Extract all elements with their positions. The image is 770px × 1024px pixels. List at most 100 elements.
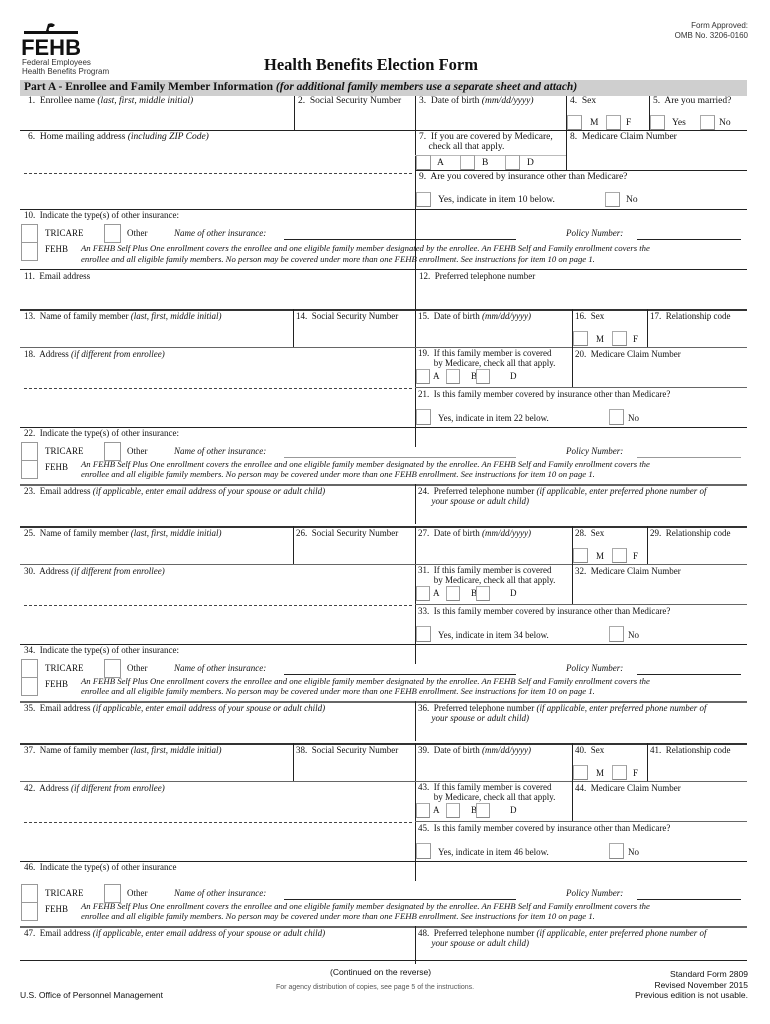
other-ins-yes-checkbox[interactable]	[416, 192, 431, 207]
other-ins-no-checkbox[interactable]	[605, 192, 620, 207]
member-claim-input[interactable]	[576, 363, 749, 383]
member-fehb-checkbox[interactable]	[21, 902, 38, 921]
member-medicare-d-checkbox[interactable]	[476, 803, 490, 818]
member-tricare-checkbox[interactable]	[21, 659, 38, 678]
field-1-label: 1. Enrollee name (last, first, middle in…	[28, 96, 194, 106]
member-other-yes-checkbox[interactable]	[416, 409, 431, 425]
medicare-d-checkbox[interactable]	[505, 155, 520, 170]
enrollee-dob-input[interactable]	[419, 108, 568, 128]
member-address-line-2[interactable]	[26, 827, 415, 847]
member-sex-m-checkbox[interactable]	[573, 548, 588, 563]
member-dob-input[interactable]	[419, 542, 568, 562]
member-policy-number-input[interactable]	[637, 443, 745, 458]
member-email-input[interactable]	[26, 500, 415, 520]
enrollee-ssn-input[interactable]	[298, 108, 417, 128]
member-phone-input[interactable]	[419, 950, 748, 966]
policy-number-input-10[interactable]	[637, 225, 745, 240]
policy-number-label: Policy Number:	[566, 446, 624, 456]
enrollee-email-input[interactable]	[26, 286, 415, 306]
member-relationship-input[interactable]	[650, 759, 749, 779]
member-other-no-checkbox[interactable]	[609, 409, 624, 425]
married-no-checkbox[interactable]	[700, 115, 715, 130]
member-address-line-2[interactable]	[26, 393, 415, 413]
member-name-input[interactable]	[26, 759, 295, 779]
member-address-line-1[interactable]	[26, 580, 415, 600]
member-medicare-d-checkbox[interactable]	[476, 369, 490, 384]
fehb-checkbox-10[interactable]	[21, 242, 38, 261]
member-sex-f-label: F	[633, 334, 639, 344]
member-address-line-2[interactable]	[26, 610, 415, 630]
member-other-no-checkbox[interactable]	[609, 626, 624, 642]
member-other-ins-name-input[interactable]	[284, 660, 520, 675]
member-other-no-checkbox[interactable]	[609, 843, 624, 859]
member-ssn-input[interactable]	[296, 325, 417, 345]
member-ssn-input[interactable]	[296, 542, 417, 562]
member-sex-f-checkbox[interactable]	[612, 765, 627, 780]
member-medicare-b-checkbox[interactable]	[446, 803, 460, 818]
enrollee-sex-f-checkbox[interactable]	[606, 115, 621, 130]
home-address-line-2[interactable]	[26, 180, 415, 200]
fehb-note-line-1: An FEHB Self Plus One enrollment covers …	[81, 243, 650, 253]
member-other-ins-name-input[interactable]	[284, 443, 520, 458]
married-yes-checkbox[interactable]	[650, 115, 665, 130]
medicare-claim-input[interactable]	[570, 146, 749, 166]
member-sex-m-checkbox[interactable]	[573, 331, 588, 346]
member-ssn-input[interactable]	[296, 759, 417, 779]
tricare-label: TRICARE	[45, 228, 84, 238]
member-policy-number-input[interactable]	[637, 660, 745, 675]
member-medicare-a-checkbox[interactable]	[416, 369, 430, 384]
enrollee-phone-input[interactable]	[419, 286, 748, 306]
other-checkbox-10[interactable]	[104, 224, 121, 243]
member-medicare-a-checkbox[interactable]	[416, 803, 430, 818]
member-dob-input[interactable]	[419, 759, 568, 779]
home-address-line-1[interactable]	[26, 145, 415, 165]
member-medicare-b-checkbox[interactable]	[446, 586, 460, 601]
member-email-input[interactable]	[26, 717, 415, 737]
member-claim-input[interactable]	[576, 580, 749, 600]
member-sex-m-checkbox[interactable]	[573, 765, 588, 780]
member-medicare-a-checkbox[interactable]	[416, 586, 430, 601]
other-ins-name-input-10[interactable]	[284, 225, 520, 240]
member-fehb-checkbox[interactable]	[21, 677, 38, 696]
member-tricare-checkbox[interactable]	[21, 442, 38, 461]
member-other-yes-checkbox[interactable]	[416, 843, 431, 859]
member-medicare-label: 19. If this family member is covered by …	[418, 348, 556, 368]
member-dob-input[interactable]	[419, 325, 568, 345]
member-policy-number-input[interactable]	[637, 885, 745, 900]
member-other-ins-label: 33. Is this family member covered by ins…	[418, 606, 671, 616]
member-sex-f-checkbox[interactable]	[612, 331, 627, 346]
policy-number-label: Policy Number:	[566, 663, 624, 673]
member-medicare-d-label: D	[510, 371, 517, 381]
member-relationship-label: 29. Relationship code	[650, 528, 731, 538]
medicare-a-checkbox[interactable]	[416, 155, 431, 170]
member-address-line-1[interactable]	[26, 797, 415, 817]
omb-number: OMB No. 3206-0160	[674, 31, 748, 40]
member-relationship-input[interactable]	[650, 542, 749, 562]
member-email-input[interactable]	[26, 942, 415, 962]
enrollee-sex-m-checkbox[interactable]	[567, 115, 582, 130]
member-phone-input[interactable]	[419, 508, 748, 524]
enrollee-name-input[interactable]	[26, 108, 295, 128]
other-ins-no-label: No	[626, 195, 638, 205]
member-tricare-checkbox[interactable]	[21, 884, 38, 903]
member-relationship-input[interactable]	[650, 325, 749, 345]
medicare-b-checkbox[interactable]	[460, 155, 475, 170]
member-medicare-b-checkbox[interactable]	[446, 369, 460, 384]
member-name-input[interactable]	[26, 542, 295, 562]
member-claim-input[interactable]	[576, 797, 749, 817]
member-sex-m-label: M	[596, 768, 605, 778]
member-other-yes-checkbox[interactable]	[416, 626, 431, 642]
member-sex-label: 40. Sex	[575, 745, 605, 755]
policy-number-label: Policy Number:	[566, 888, 624, 898]
member-fehb-checkbox[interactable]	[21, 460, 38, 479]
member-sex-f-checkbox[interactable]	[612, 548, 627, 563]
member-phone-input[interactable]	[419, 725, 748, 741]
member-name-label: 25. Name of family member (last, first, …	[24, 528, 222, 538]
member-medicare-d-checkbox[interactable]	[476, 586, 490, 601]
field-7-label: 7. If you are covered by Medicare, check…	[419, 132, 553, 152]
member-other-ins-name-input[interactable]	[284, 885, 520, 900]
tricare-checkbox-10[interactable]	[21, 224, 38, 243]
fehb-note-line-2: enrollee and all eligible family members…	[81, 911, 595, 921]
member-name-input[interactable]	[26, 325, 295, 345]
member-address-line-1[interactable]	[26, 363, 415, 383]
